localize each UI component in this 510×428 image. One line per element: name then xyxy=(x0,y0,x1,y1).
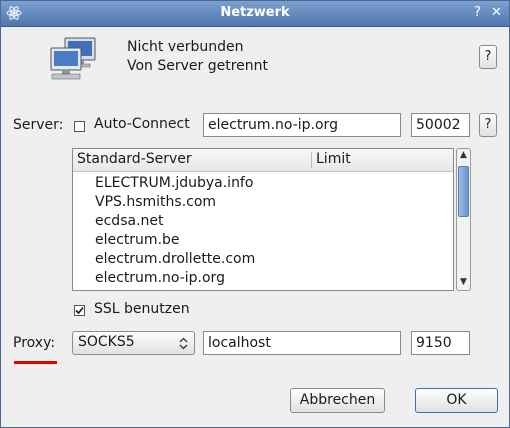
network-computers-icon xyxy=(50,37,96,80)
column-header-limit[interactable]: Limit xyxy=(316,151,351,167)
window-close-icon[interactable]: ✕ xyxy=(491,5,502,21)
server-list-item[interactable]: VPS.hsmiths.com xyxy=(95,194,216,210)
checkmark-icon xyxy=(75,306,84,315)
scroll-up-arrow-icon[interactable]: ▲ xyxy=(457,150,470,160)
proxy-host-input[interactable]: localhost xyxy=(203,331,401,355)
ssl-label: SSL benutzen xyxy=(94,301,190,317)
select-arrows-icon xyxy=(179,337,188,350)
server-host-input[interactable]: electrum.no-ip.org xyxy=(203,113,401,137)
server-list-item[interactable]: electrum.no-ip.org xyxy=(95,270,225,286)
scrollbar-thumb[interactable] xyxy=(458,166,469,217)
column-divider xyxy=(311,152,312,168)
proxy-type-value: SOCKS5 xyxy=(78,334,135,350)
server-status-text: Von Server getrennt xyxy=(127,58,269,74)
proxy-label-underline xyxy=(14,361,57,364)
server-label: Server: xyxy=(13,117,64,133)
server-list[interactable]: Standard-Server Limit ELECTRUM.jdubya.in… xyxy=(72,148,454,291)
connection-status-text: Nicht verbunden xyxy=(127,39,244,55)
server-list-item[interactable]: electrum.drollette.com xyxy=(95,251,255,267)
server-list-item[interactable]: ecdsa.net xyxy=(95,213,164,229)
proxy-label: Proxy: xyxy=(13,335,56,351)
server-list-header: Standard-Server Limit xyxy=(73,149,453,172)
auto-connect-label: Auto-Connect xyxy=(94,116,190,132)
network-dialog: Netzwerk ? ✕ Nicht verbunden Von Server … xyxy=(0,0,510,428)
proxy-port-input[interactable]: 9150 xyxy=(411,331,470,355)
title-bar: Netzwerk ? ✕ xyxy=(1,1,509,27)
server-list-item[interactable]: electrum.be xyxy=(95,232,180,248)
column-header-standard-server[interactable]: Standard-Server xyxy=(77,151,192,167)
server-list-item[interactable]: ELECTRUM.jdubya.info xyxy=(95,175,253,191)
proxy-type-select[interactable]: SOCKS5 xyxy=(72,331,195,355)
server-port-input[interactable]: 50002 xyxy=(411,113,470,137)
server-list-scrollbar[interactable]: ▲ ▼ xyxy=(456,148,471,291)
cancel-button[interactable]: Abbrechen xyxy=(290,388,385,413)
window-title: Netzwerk xyxy=(220,5,290,20)
auto-connect-checkbox[interactable] xyxy=(74,121,85,132)
server-help-button[interactable]: ? xyxy=(479,113,497,137)
scroll-down-arrow-icon[interactable]: ▼ xyxy=(457,277,470,287)
status-help-button[interactable]: ? xyxy=(479,45,497,69)
ssl-checkbox[interactable] xyxy=(74,305,85,316)
window-help-icon[interactable]: ? xyxy=(474,5,481,21)
ok-button[interactable]: OK xyxy=(415,388,498,413)
